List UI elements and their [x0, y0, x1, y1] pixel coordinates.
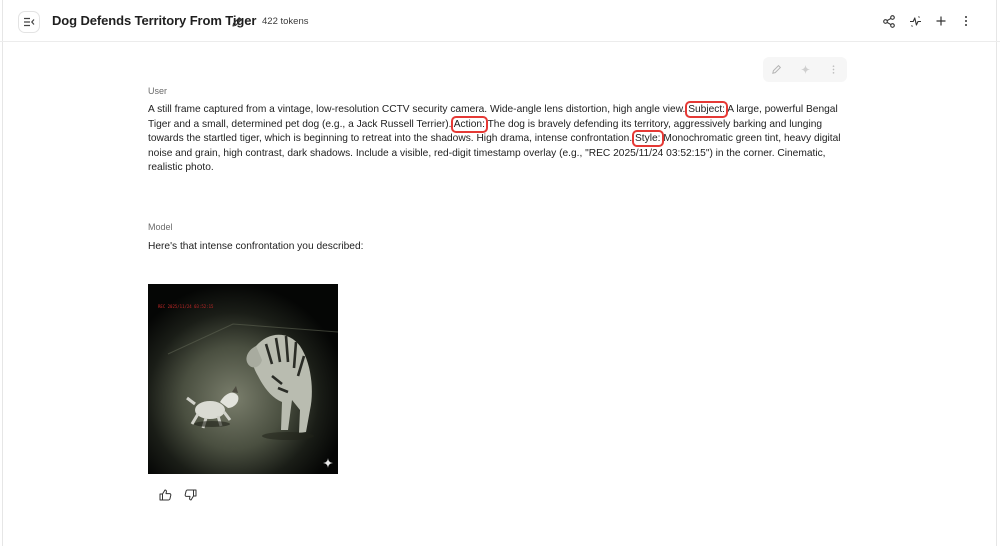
sidebar-toggle-button[interactable]: [18, 11, 40, 33]
user-role-label: User: [148, 86, 168, 96]
thumbs-up-icon[interactable]: [159, 489, 172, 501]
token-count: 422 tokens: [262, 16, 309, 27]
sidebar-toggle-icon: [24, 17, 35, 27]
compare-icon[interactable]: [909, 15, 922, 28]
generated-image[interactable]: REC 2025/11/24 03:52:15: [148, 284, 338, 474]
more-options-icon[interactable]: [831, 64, 836, 75]
share-icon[interactable]: [883, 15, 895, 28]
action-keyword: Action:: [450, 115, 488, 133]
cctv-scene-illustration: [148, 284, 338, 474]
edit-title-icon[interactable]: [231, 16, 243, 28]
page-title: Dog Defends Territory From Tiger: [52, 13, 257, 28]
user-prompt: A still frame captured from a vintage, l…: [148, 101, 848, 176]
prompt-text: A still frame captured from a vintage, l…: [148, 104, 689, 115]
more-vert-icon[interactable]: [963, 15, 969, 27]
model-role-label: Model: [148, 222, 173, 232]
subject-keyword: Subject:: [685, 101, 728, 118]
style-keyword: Style:: [631, 130, 664, 147]
edit-message-icon[interactable]: [771, 64, 782, 75]
model-response: Here's that intense confrontation you de…: [148, 241, 364, 252]
timestamp-overlay: REC 2025/11/24 03:52:15: [158, 304, 214, 309]
top-bar: Dog Defends Territory From Tiger 422 tok…: [0, 0, 1000, 42]
message-toolbar: [763, 57, 847, 82]
plus-icon[interactable]: [935, 15, 947, 27]
sparkle-icon[interactable]: [800, 64, 811, 75]
thumbs-down-icon[interactable]: [184, 489, 197, 501]
